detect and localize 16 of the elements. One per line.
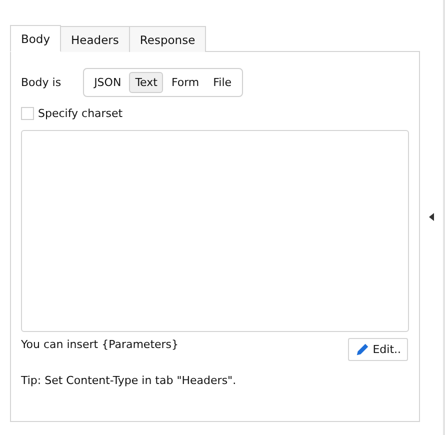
body-type-label: Body is bbox=[21, 76, 62, 89]
checkbox[interactable] bbox=[21, 107, 34, 120]
body-type-option[interactable]: Text bbox=[129, 72, 164, 93]
collapse-arrow-icon[interactable] bbox=[429, 212, 434, 220]
tab[interactable]: Headers bbox=[60, 26, 130, 52]
checkbox-label: Specify charset bbox=[38, 107, 123, 120]
body-type-option[interactable]: File bbox=[207, 72, 238, 93]
body-type-option[interactable]: Form bbox=[165, 72, 206, 93]
tab[interactable]: Response bbox=[128, 26, 206, 52]
body-text-area[interactable] bbox=[21, 130, 409, 332]
tab[interactable]: Body bbox=[10, 25, 62, 52]
pencil-icon bbox=[354, 342, 370, 357]
edit-button[interactable]: Edit.. bbox=[348, 338, 408, 361]
hint-text: You can insert {Parameters} bbox=[21, 338, 179, 351]
body-type-option[interactable]: JSON bbox=[88, 72, 128, 93]
tip-text: Tip: Set Content-Type in tab "Headers". bbox=[21, 374, 238, 387]
